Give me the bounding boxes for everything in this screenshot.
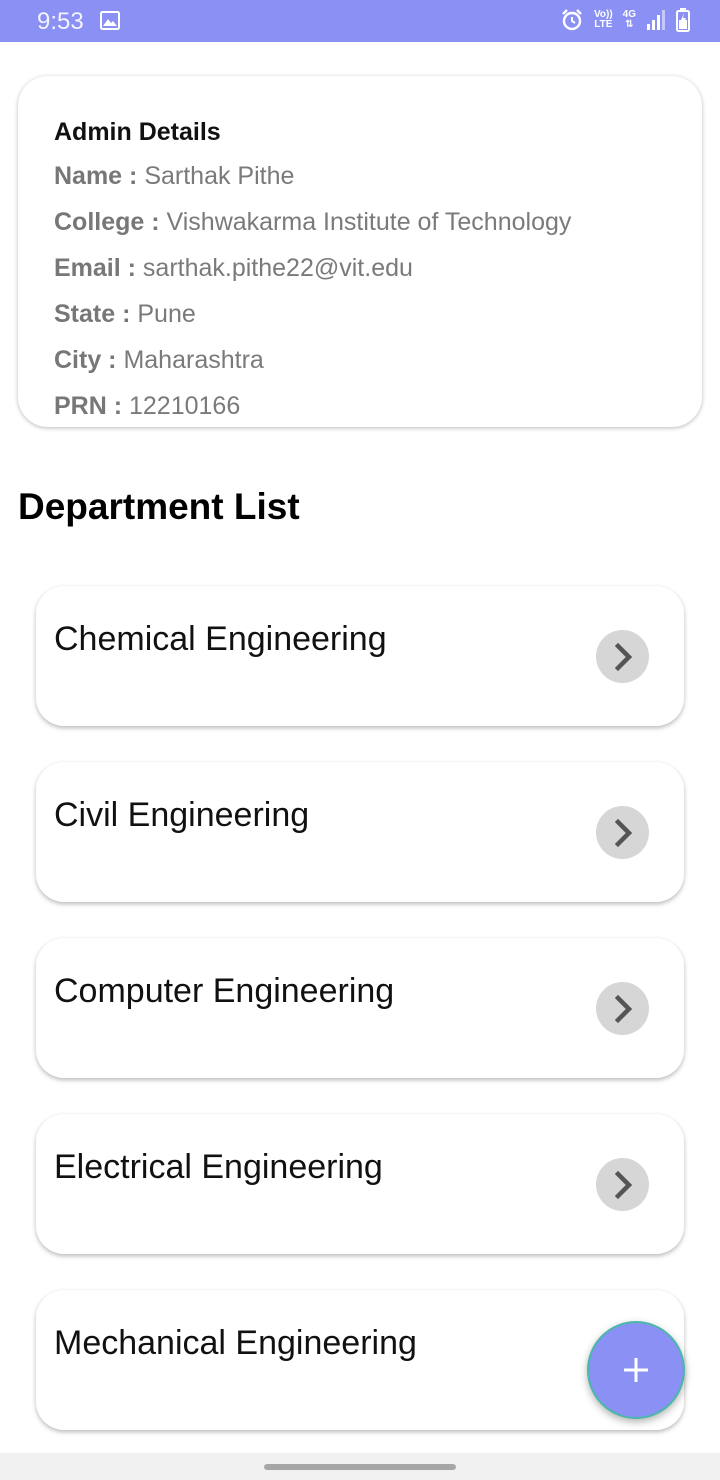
department-card-chemical[interactable]: Chemical Engineering bbox=[36, 586, 684, 726]
admin-college-label: College : bbox=[54, 208, 167, 236]
alarm-icon bbox=[562, 9, 582, 31]
gallery-icon bbox=[100, 11, 120, 30]
admin-college-value: Vishwakarma Institute of Technology bbox=[166, 208, 572, 236]
admin-prn-value: 12210166 bbox=[129, 392, 241, 420]
navigation-bar bbox=[0, 1453, 720, 1480]
admin-details-card: Admin Details Name : Sarthak Pithe Colle… bbox=[18, 76, 702, 427]
department-card-mechanical[interactable]: Mechanical Engineering bbox=[36, 1290, 684, 1430]
admin-name-label: Name : bbox=[54, 162, 145, 190]
department-name: Chemical Engineering bbox=[54, 620, 387, 658]
chevron-right-icon[interactable] bbox=[596, 982, 649, 1035]
department-name: Mechanical Engineering bbox=[54, 1324, 417, 1362]
admin-city-label: City : bbox=[54, 346, 124, 374]
4g-icon: 4G ⇅ bbox=[622, 9, 636, 30]
chevron-right-icon[interactable] bbox=[596, 806, 649, 859]
status-bar: 9:53 Vo)) LTE 4G ⇅ bbox=[0, 0, 720, 42]
admin-city-value: Maharashtra bbox=[123, 346, 264, 374]
admin-state-label: State : bbox=[54, 300, 138, 328]
signal-icon bbox=[647, 10, 665, 30]
plus-icon bbox=[624, 1358, 648, 1382]
battery-icon bbox=[676, 8, 690, 32]
add-department-button[interactable] bbox=[587, 1321, 685, 1419]
department-card-civil[interactable]: Civil Engineering bbox=[36, 762, 684, 902]
department-card-computer[interactable]: Computer Engineering bbox=[36, 938, 684, 1078]
chevron-right-icon[interactable] bbox=[596, 630, 649, 683]
status-time: 9:53 bbox=[37, 8, 84, 35]
admin-email-value: sarthak.pithe22@vit.edu bbox=[142, 254, 413, 282]
chevron-right-icon[interactable] bbox=[596, 1158, 649, 1211]
department-card-electrical[interactable]: Electrical Engineering bbox=[36, 1114, 684, 1254]
admin-state-row: State : Pune bbox=[54, 300, 196, 329]
admin-prn-label: PRN : bbox=[54, 392, 129, 420]
admin-college-row: College : Vishwakarma Institute of Techn… bbox=[54, 208, 571, 237]
admin-city-row: City : Maharashtra bbox=[54, 346, 264, 375]
department-name: Computer Engineering bbox=[54, 972, 395, 1010]
department-list-heading: Department List bbox=[18, 486, 300, 527]
department-name: Electrical Engineering bbox=[54, 1148, 383, 1186]
admin-email-row: Email : sarthak.pithe22@vit.edu bbox=[54, 254, 413, 283]
volte-icon: Vo)) LTE bbox=[593, 9, 613, 30]
home-gesture-handle[interactable] bbox=[264, 1464, 456, 1470]
admin-state-value: Pune bbox=[137, 300, 196, 328]
admin-name-row: Name : Sarthak Pithe bbox=[54, 162, 294, 191]
department-name: Civil Engineering bbox=[54, 796, 310, 834]
admin-prn-row: PRN : 12210166 bbox=[54, 392, 240, 421]
admin-details-title: Admin Details bbox=[54, 118, 221, 146]
admin-name-value: Sarthak Pithe bbox=[144, 162, 295, 190]
admin-email-label: Email : bbox=[54, 254, 143, 282]
